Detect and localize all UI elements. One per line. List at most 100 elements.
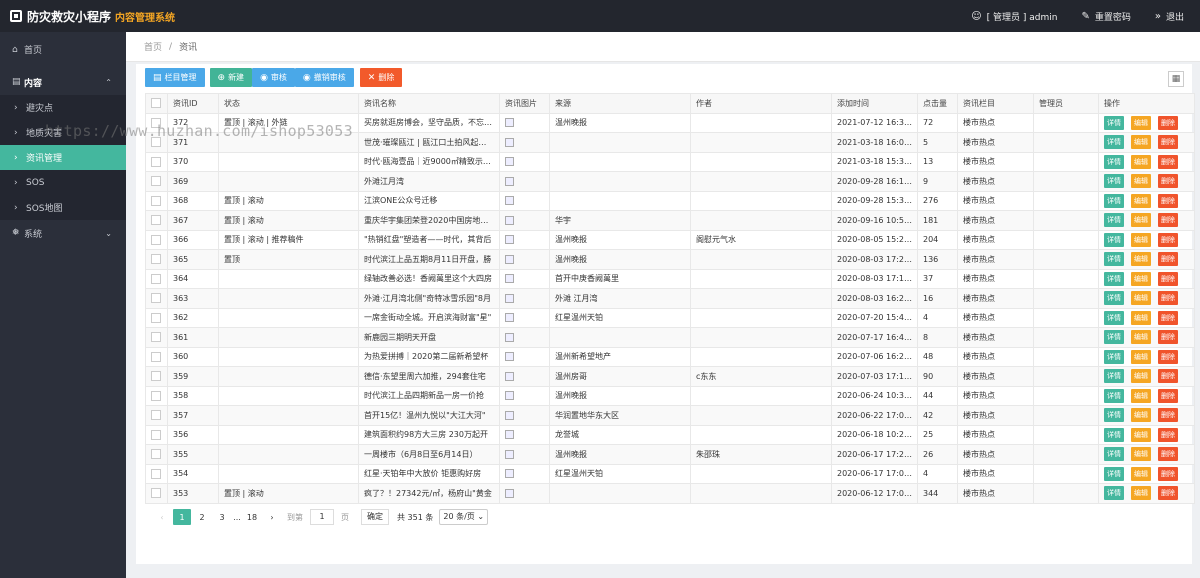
checkbox[interactable] [151, 195, 161, 206]
edit-button[interactable]: 编辑 [1131, 252, 1151, 267]
edit-button[interactable]: 编辑 [1131, 369, 1151, 384]
row-checkbox-cell[interactable] [145, 268, 168, 289]
row-checkbox-cell[interactable] [145, 483, 168, 504]
row-delete-button[interactable]: 删除 [1158, 291, 1178, 306]
row-checkbox-cell[interactable] [145, 307, 168, 328]
audit-button[interactable]: ◉ 审核 [252, 68, 295, 87]
detail-button[interactable]: 详情 [1104, 408, 1124, 423]
user-menu[interactable]: ☺ [ 管理员 ] admin [971, 10, 1057, 23]
checkbox[interactable] [151, 215, 161, 226]
detail-button[interactable]: 详情 [1104, 486, 1124, 501]
sidebar-item-sos-map[interactable]: › SOS地图 [0, 195, 126, 220]
edit-button[interactable]: 编辑 [1131, 486, 1151, 501]
prev-page-button[interactable]: ‹ [153, 509, 171, 525]
row-delete-button[interactable]: 删除 [1158, 408, 1178, 423]
page-3[interactable]: 3 [213, 509, 231, 525]
edit-button[interactable]: 编辑 [1131, 154, 1151, 169]
row-delete-button[interactable]: 删除 [1158, 310, 1178, 325]
row-checkbox-cell[interactable] [145, 171, 168, 192]
edit-button[interactable]: 编辑 [1131, 466, 1151, 481]
checkbox[interactable] [151, 371, 161, 382]
row-delete-button[interactable]: 删除 [1158, 232, 1178, 247]
reset-password-link[interactable]: ✎ 重置密码 [1081, 10, 1130, 23]
page-size-select[interactable]: 20 条/页 ⌄ [439, 509, 489, 525]
detail-button[interactable]: 详情 [1104, 252, 1124, 267]
delete-button[interactable]: ✕ 删除 [359, 68, 403, 87]
checkbox[interactable] [151, 176, 161, 187]
row-checkbox-cell[interactable] [145, 190, 168, 211]
detail-button[interactable]: 详情 [1104, 427, 1124, 442]
column-manage-button[interactable]: ▤ 栏目管理 [145, 68, 205, 87]
edit-button[interactable]: 编辑 [1131, 193, 1151, 208]
detail-button[interactable]: 详情 [1104, 213, 1124, 228]
checkbox[interactable] [151, 468, 161, 479]
detail-button[interactable]: 详情 [1104, 135, 1124, 150]
row-delete-button[interactable]: 删除 [1158, 154, 1178, 169]
row-delete-button[interactable]: 删除 [1158, 115, 1178, 130]
row-delete-button[interactable]: 删除 [1158, 271, 1178, 286]
page-input[interactable]: 1 [310, 509, 334, 525]
checkbox[interactable] [151, 98, 161, 109]
sidebar-item-news[interactable]: › 资讯管理 [0, 145, 126, 170]
edit-button[interactable]: 编辑 [1131, 447, 1151, 462]
goto-confirm-button[interactable]: 确定 [361, 509, 389, 525]
row-checkbox-cell[interactable] [145, 249, 168, 270]
detail-button[interactable]: 详情 [1104, 310, 1124, 325]
edit-button[interactable]: 编辑 [1131, 408, 1151, 423]
row-checkbox-cell[interactable] [145, 444, 168, 465]
row-checkbox-cell[interactable] [145, 366, 168, 387]
row-delete-button[interactable]: 删除 [1158, 213, 1178, 228]
checkbox[interactable] [151, 234, 161, 245]
detail-button[interactable]: 详情 [1104, 193, 1124, 208]
row-checkbox-cell[interactable] [145, 210, 168, 231]
detail-button[interactable]: 详情 [1104, 369, 1124, 384]
row-delete-button[interactable]: 删除 [1158, 193, 1178, 208]
sidebar-group-system[interactable]: ❅ 系统 ⌄ [0, 220, 126, 246]
sidebar-item-home[interactable]: ⌂ 首页 [0, 37, 126, 62]
detail-button[interactable]: 详情 [1104, 447, 1124, 462]
row-checkbox-cell[interactable] [145, 424, 168, 445]
detail-button[interactable]: 详情 [1104, 388, 1124, 403]
checkbox[interactable] [151, 332, 161, 343]
detail-button[interactable]: 详情 [1104, 466, 1124, 481]
checkbox[interactable] [151, 449, 161, 460]
checkbox[interactable] [151, 390, 161, 401]
edit-button[interactable]: 编辑 [1131, 174, 1151, 189]
detail-button[interactable]: 详情 [1104, 330, 1124, 345]
row-delete-button[interactable]: 删除 [1158, 486, 1178, 501]
edit-button[interactable]: 编辑 [1131, 271, 1151, 286]
checkbox[interactable] [151, 273, 161, 284]
row-delete-button[interactable]: 删除 [1158, 330, 1178, 345]
detail-button[interactable]: 详情 [1104, 115, 1124, 130]
edit-button[interactable]: 编辑 [1131, 388, 1151, 403]
row-checkbox-cell[interactable] [145, 405, 168, 426]
edit-button[interactable]: 编辑 [1131, 135, 1151, 150]
edit-button[interactable]: 编辑 [1131, 310, 1151, 325]
row-checkbox-cell[interactable] [145, 151, 168, 172]
edit-button[interactable]: 编辑 [1131, 349, 1151, 364]
row-delete-button[interactable]: 删除 [1158, 447, 1178, 462]
row-checkbox-cell[interactable] [145, 288, 168, 309]
edit-button[interactable]: 编辑 [1131, 427, 1151, 442]
checkbox[interactable] [151, 410, 161, 421]
row-delete-button[interactable]: 删除 [1158, 466, 1178, 481]
row-checkbox-cell[interactable] [145, 327, 168, 348]
checkbox[interactable] [151, 429, 161, 440]
unaudit-button[interactable]: ◉ 撤销审核 [294, 68, 354, 87]
edit-button[interactable]: 编辑 [1131, 291, 1151, 306]
sidebar-group-content[interactable]: ▤ 内容 ⌃ [0, 69, 126, 95]
next-page-button[interactable]: › [263, 509, 281, 525]
logout-link[interactable]: » 退出 [1155, 10, 1184, 23]
row-delete-button[interactable]: 删除 [1158, 174, 1178, 189]
detail-button[interactable]: 详情 [1104, 232, 1124, 247]
row-delete-button[interactable]: 删除 [1158, 349, 1178, 364]
row-delete-button[interactable]: 删除 [1158, 369, 1178, 384]
detail-button[interactable]: 详情 [1104, 291, 1124, 306]
page-last[interactable]: 18 [243, 509, 261, 525]
detail-button[interactable]: 详情 [1104, 349, 1124, 364]
page-2[interactable]: 2 [193, 509, 211, 525]
row-delete-button[interactable]: 删除 [1158, 388, 1178, 403]
checkbox[interactable] [151, 254, 161, 265]
detail-button[interactable]: 详情 [1104, 271, 1124, 286]
checkbox[interactable] [151, 293, 161, 304]
